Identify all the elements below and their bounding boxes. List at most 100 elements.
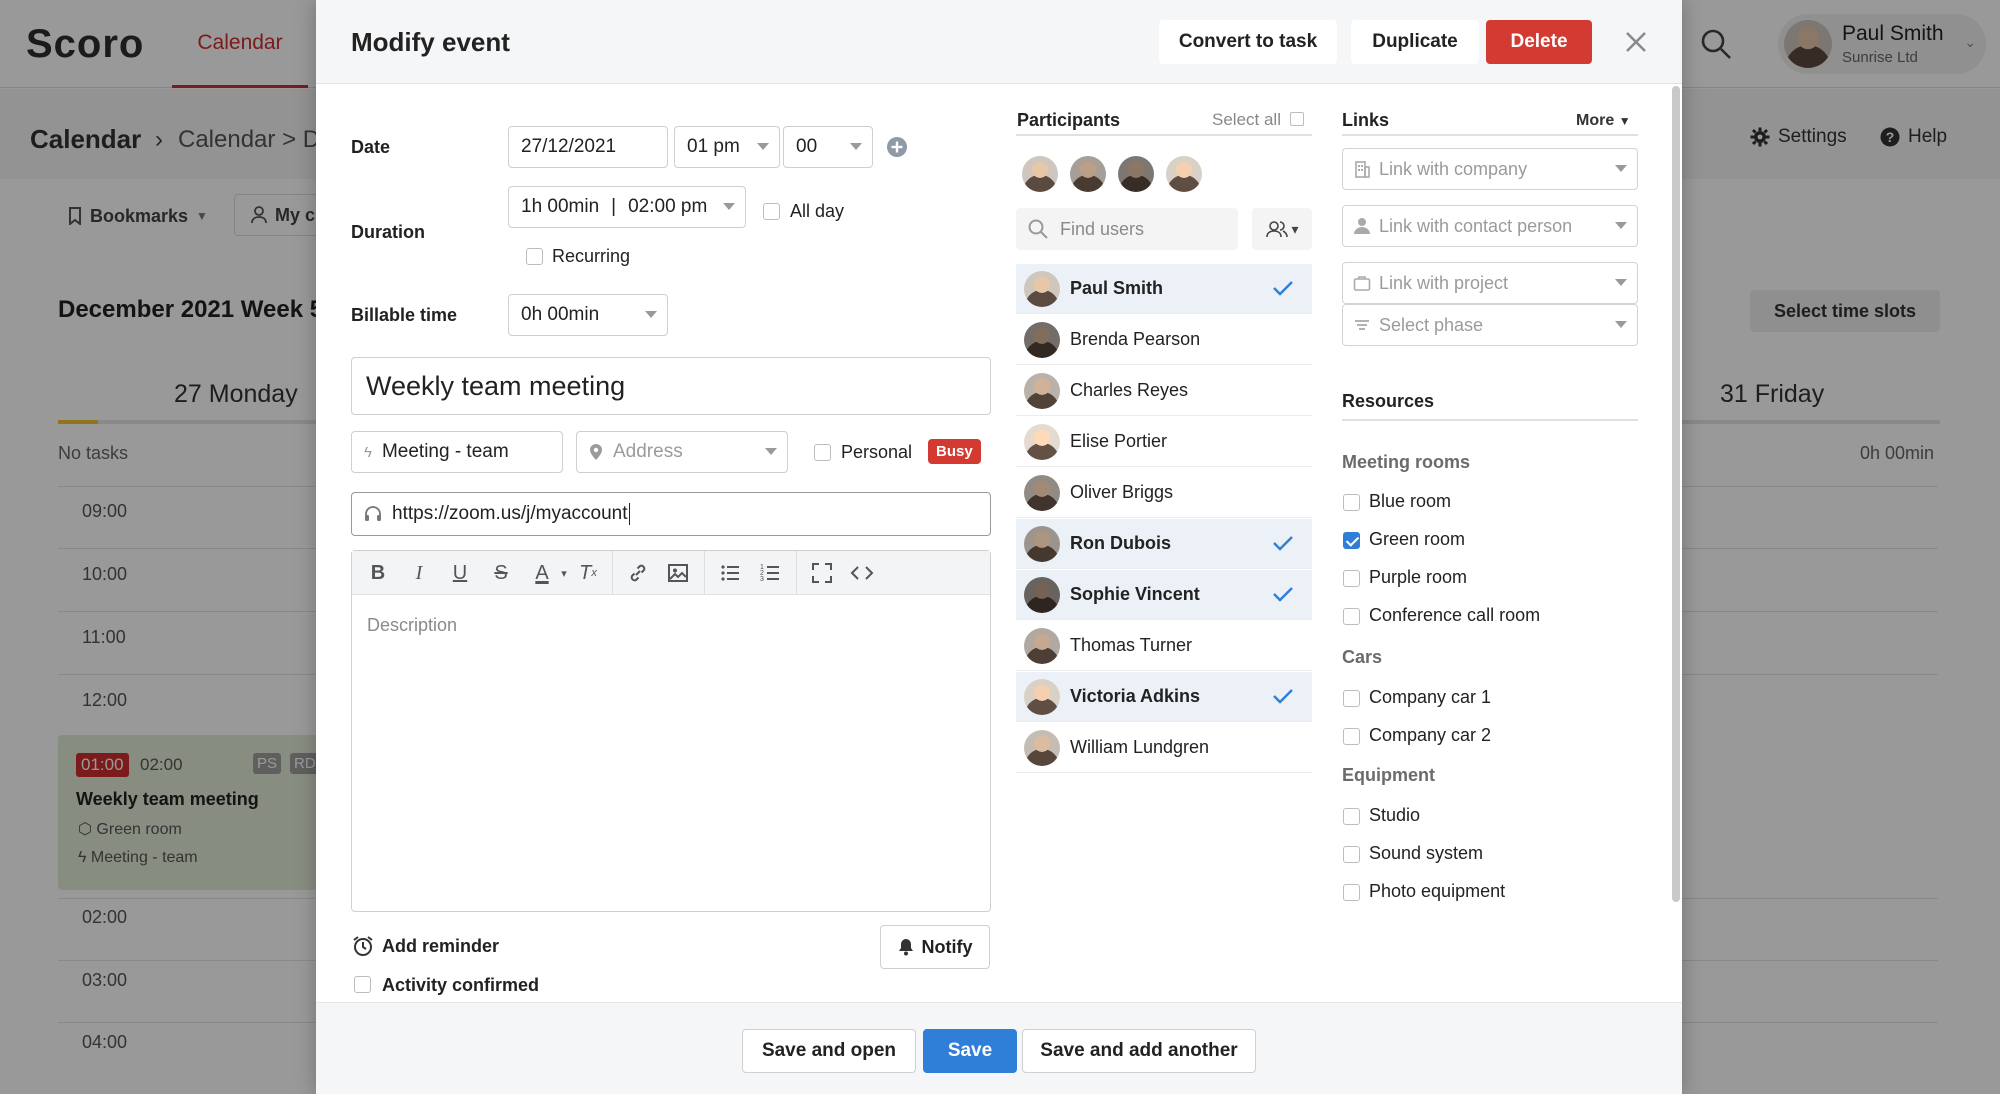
numbered-list-icon[interactable]: 123 (758, 561, 782, 585)
event-title-input[interactable]: Weekly team meeting (351, 357, 991, 415)
all-day-label: All day (790, 201, 845, 221)
participant-row[interactable]: Victoria Adkins (1016, 672, 1312, 722)
participant-name: Sophie Vincent (1070, 584, 1200, 604)
duplicate-button[interactable]: Duplicate (1351, 20, 1479, 64)
chevron-down-icon[interactable]: ▾ (552, 561, 576, 585)
activity-confirmed-checkbox[interactable] (354, 976, 371, 993)
resource-checkbox[interactable] (1343, 608, 1360, 625)
strikethrough-icon[interactable]: S (489, 561, 513, 585)
alarm-clock-icon[interactable] (352, 935, 374, 957)
link-icon[interactable] (626, 561, 650, 585)
section-divider (1342, 134, 1638, 136)
link-with-project-select[interactable]: Link with project (1342, 262, 1638, 304)
italic-icon[interactable]: I (407, 561, 431, 585)
add-circle-icon[interactable] (886, 136, 908, 158)
participant-row[interactable]: Sophie Vincent (1016, 570, 1312, 620)
links-heading: Links (1342, 110, 1390, 130)
link-with-contact-select[interactable]: Link with contact person (1342, 205, 1638, 247)
bullet-list-icon[interactable] (718, 561, 742, 585)
resource-checkbox[interactable] (1343, 846, 1360, 863)
participants-heading: Participants (1017, 110, 1121, 130)
participant-name: Brenda Pearson (1070, 329, 1201, 349)
checkmark-icon (1273, 689, 1293, 704)
resource-checkbox[interactable] (1343, 690, 1360, 707)
select-all-checkbox[interactable] (1290, 112, 1304, 126)
activity-type-select[interactable]: ϟ Meeting - team (351, 431, 563, 473)
personal-label: Personal (841, 442, 913, 462)
participant-row[interactable]: Oliver Briggs (1016, 468, 1312, 518)
avatar (1024, 271, 1060, 307)
date-input[interactable]: 27/12/2021 (508, 126, 668, 168)
save-and-add-another-button[interactable]: Save and add another (1022, 1029, 1256, 1073)
clear-format-icon[interactable]: Tx (576, 561, 600, 585)
participant-row[interactable]: William Lundgren (1016, 723, 1312, 773)
participant-row[interactable]: Elise Portier (1016, 417, 1312, 467)
avatar (1024, 679, 1060, 715)
user-groups-button[interactable]: ▾ (1252, 208, 1312, 250)
participant-row[interactable]: Paul Smith (1016, 264, 1312, 314)
toolbar-divider (612, 551, 613, 595)
participant-row[interactable]: Ron Dubois (1016, 519, 1312, 569)
select-phase-select[interactable]: Select phase (1342, 304, 1638, 346)
fullscreen-icon[interactable] (810, 561, 834, 585)
start-hour-select[interactable]: 01 pm (674, 126, 780, 168)
avatar (1024, 475, 1060, 511)
meeting-link-input[interactable]: https://zoom.us/j/myaccount (351, 492, 991, 536)
code-icon[interactable] (850, 561, 874, 585)
participant-name: Victoria Adkins (1070, 686, 1201, 706)
resource-checkbox[interactable] (1343, 494, 1360, 511)
delete-button[interactable]: Delete (1486, 20, 1592, 64)
resource-group-heading: Meeting rooms (1342, 452, 1471, 472)
participant-name: Thomas Turner (1070, 635, 1193, 655)
close-icon[interactable] (1622, 28, 1650, 56)
address-placeholder: Address (613, 441, 683, 462)
resource-checkbox[interactable] (1343, 884, 1360, 901)
avatar (1024, 577, 1060, 613)
resource-checkbox[interactable] (1343, 570, 1360, 587)
find-users-placeholder: Find users (1060, 218, 1145, 239)
participant-row[interactable]: Brenda Pearson (1016, 315, 1312, 365)
bold-icon[interactable]: B (366, 561, 390, 585)
dialog-scrollbar[interactable] (1672, 86, 1680, 902)
resource-checkbox[interactable] (1343, 808, 1360, 825)
underline-icon[interactable]: U (448, 561, 472, 585)
resource-label: Studio (1369, 805, 1421, 825)
text-color-icon[interactable]: A (530, 561, 554, 585)
image-icon[interactable] (666, 561, 690, 585)
personal-checkbox[interactable] (814, 444, 831, 461)
add-reminder-link[interactable]: Add reminder (382, 936, 499, 957)
start-minute-select[interactable]: 00 (783, 126, 873, 168)
more-dropdown[interactable]: More ▼ (1576, 112, 1631, 130)
save-and-open-button[interactable]: Save and open (742, 1029, 916, 1073)
busy-badge[interactable]: Busy (928, 439, 981, 464)
participant-row[interactable]: Thomas Turner (1016, 621, 1312, 671)
resource-label: Green room (1369, 529, 1466, 549)
link-with-company-select[interactable]: Link with company (1342, 148, 1638, 190)
resource-checkbox[interactable] (1343, 728, 1360, 745)
participant-row[interactable]: Charles Reyes (1016, 366, 1312, 416)
duration-select[interactable]: 1h 00min | 02:00 pm (508, 186, 746, 228)
save-button[interactable]: Save (923, 1029, 1017, 1073)
duration-label: Duration (351, 222, 425, 242)
participant-name: Ron Dubois (1070, 533, 1171, 553)
resource-label: Sound system (1369, 843, 1484, 863)
duration-end-value: 02:00 pm (628, 196, 708, 217)
convert-to-task-button[interactable]: Convert to task (1159, 20, 1337, 64)
notify-button[interactable]: Notify (880, 925, 990, 969)
select-all-link[interactable]: Select all (1212, 110, 1281, 130)
duration-value: 1h 00min (521, 196, 600, 217)
resource-checkbox[interactable] (1343, 532, 1360, 549)
search-icon (1028, 219, 1048, 239)
all-day-checkbox[interactable] (763, 203, 780, 220)
participant-name: Oliver Briggs (1070, 482, 1174, 502)
avatar (1022, 156, 1058, 192)
location-pin-icon (590, 444, 602, 460)
description-editor[interactable]: B I U S A ▾ Tx 123 Description (351, 550, 991, 912)
recurring-checkbox[interactable] (526, 248, 543, 265)
address-select[interactable]: Address (576, 431, 788, 473)
activity-confirmed-label: Activity confirmed (382, 975, 540, 995)
find-users-input[interactable]: Find users (1016, 208, 1238, 250)
avatar (1024, 526, 1060, 562)
billable-time-select[interactable]: 0h 00min (508, 294, 668, 336)
event-title-value: Weekly team meeting (366, 370, 626, 401)
